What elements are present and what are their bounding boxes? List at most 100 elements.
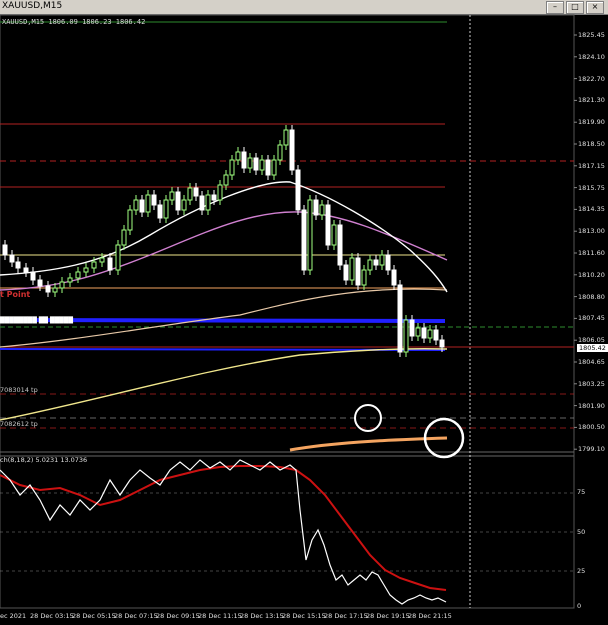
price-axis-label: 1818.50 [578, 140, 605, 148]
candle-body [295, 169, 301, 211]
price-axis-label: 1814.35 [578, 205, 605, 214]
candle-body [9, 254, 15, 263]
price-axis-label: 1815.75 [578, 183, 605, 192]
candle-body [193, 187, 199, 197]
candle-body [175, 191, 181, 211]
current-price-tag: 1805.42 [577, 344, 608, 352]
candle-body [415, 327, 421, 337]
candle-body [313, 199, 319, 216]
time-axis-label: ec 2021 [0, 612, 27, 620]
stoch-label: ch(8,18,2) 5.0231 13.0736 [0, 456, 88, 464]
candle-body [355, 257, 361, 286]
stoch-axis-25: 25 [577, 567, 586, 575]
price-axis-label: 1810.20 [578, 270, 605, 279]
candle-body [409, 319, 415, 337]
candle-body [367, 259, 373, 271]
price-axis-label: 1804.65 [578, 358, 605, 366]
annotation-circle-small [354, 404, 382, 432]
ma-violet [0, 211, 448, 291]
candle-body [181, 199, 187, 211]
candle-body [265, 159, 271, 176]
candle-body [349, 257, 355, 281]
candle-body [325, 204, 331, 246]
tp-label-2: 7082612 tp [0, 420, 38, 428]
price-axis-label: 1799.10 [578, 445, 605, 454]
candle-body [433, 329, 439, 341]
candle-body [187, 187, 193, 201]
price-axis-label: 1803.25 [578, 379, 605, 388]
candle-body [235, 151, 241, 161]
ma-white [0, 181, 448, 293]
candle-body [223, 174, 229, 186]
tp-label-1: 7083014 tp [0, 386, 38, 394]
candle-body [107, 257, 113, 271]
candle-body [205, 194, 211, 211]
price-axis-label: 1821.30 [578, 96, 605, 105]
candle-body [331, 224, 337, 246]
candle-body [151, 194, 157, 206]
candle-body [52, 287, 58, 293]
candle-body [307, 199, 313, 271]
candle-body [337, 224, 343, 266]
candle-body [397, 284, 403, 353]
candle-body [59, 281, 65, 289]
time-axis-label: 28 Dec 11:15 [198, 612, 242, 620]
candle-body [99, 257, 105, 263]
candle-body [121, 229, 127, 246]
candle-body [229, 159, 235, 176]
candle-body [199, 195, 205, 211]
price-axis-label: 1819.90 [578, 118, 605, 127]
price-axis-label: 1807.45 [578, 314, 605, 323]
time-axis-label: 28 Dec 21:15 [408, 612, 452, 620]
candle-body [253, 157, 259, 171]
time-axis-label: 28 Dec 17:15 [324, 612, 368, 620]
candle-body [91, 261, 97, 269]
stoch-signal-line [0, 465, 447, 591]
price-axis-label: 1801.90 [578, 401, 605, 410]
candle-body [421, 327, 427, 339]
candle-body [2, 244, 8, 256]
candle-body [157, 204, 163, 219]
time-axis-label: 28 Dec 13:15 [240, 612, 284, 620]
candle-body [289, 129, 295, 171]
blue-order-label: ████████ ██ █████ [0, 317, 74, 324]
candle-body [259, 159, 265, 171]
time-axis-label: 28 Dec 03:15 [30, 612, 74, 620]
candle-body [75, 271, 81, 279]
candle-body [30, 271, 36, 281]
candle-body [15, 261, 21, 269]
candle-body [115, 244, 121, 271]
candle-body [37, 279, 43, 287]
candle-body [139, 199, 145, 213]
candle-body [127, 209, 133, 231]
candle-body [403, 319, 409, 353]
candle-body [211, 194, 217, 201]
candle-body [343, 264, 349, 281]
time-axis-label: 28 Dec 05:15 [72, 612, 116, 620]
candle-body [379, 254, 385, 266]
price-chart[interactable] [0, 0, 608, 625]
time-axis-label: 28 Dec 09:15 [156, 612, 200, 620]
price-axis-label: 1824.10 [578, 52, 605, 61]
candle-body [247, 157, 253, 169]
candle-body [439, 339, 445, 348]
candle-body [301, 209, 307, 271]
price-axis-label: 1825.45 [578, 31, 605, 39]
price-axis-label: 1822.70 [578, 74, 605, 83]
ma-orange-thick [289, 436, 448, 452]
stoch-axis-0: 0 [577, 602, 582, 610]
price-axis-label: 1811.60 [578, 249, 605, 257]
pivot-point-label: t Point [0, 290, 31, 299]
price-axis-label: 1806.05 [578, 336, 605, 345]
ma-yellow [0, 348, 448, 421]
price-axis-label: 1813.00 [578, 227, 605, 236]
candle-body [67, 277, 73, 283]
time-axis-label: 28 Dec 15:15 [282, 612, 326, 620]
candle-body [277, 144, 283, 161]
stoch-axis-50: 50 [577, 528, 586, 536]
candle-body [319, 204, 325, 216]
candle-body [133, 199, 139, 211]
price-axis-label: 1808.80 [578, 292, 605, 301]
price-axis-label: 1817.15 [578, 161, 605, 170]
candle-body [271, 159, 277, 176]
